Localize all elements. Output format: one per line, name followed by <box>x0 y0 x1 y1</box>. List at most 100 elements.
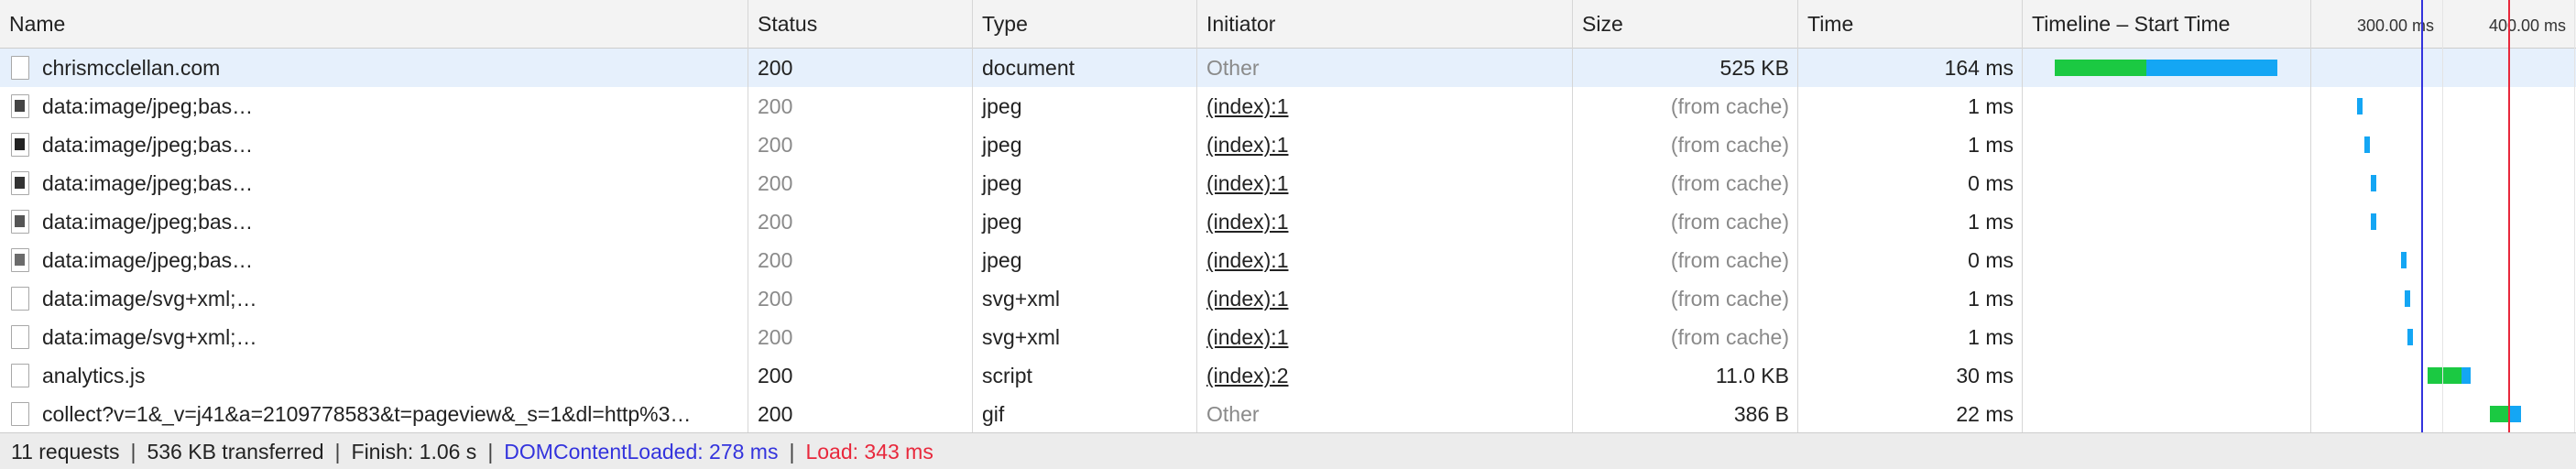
initiator-link[interactable]: (index):1 <box>1197 125 1573 164</box>
waterfall-download-segment <box>2371 175 2376 191</box>
request-name[interactable]: data:image/svg+xml;… <box>0 318 748 356</box>
waterfall-bar[interactable] <box>2364 136 2370 153</box>
column-header-timeline[interactable]: Timeline – Start Time <box>2023 0 2312 48</box>
initiator-link[interactable]: (index):1 <box>1197 279 1573 318</box>
column-divider[interactable] <box>972 0 973 432</box>
request-size: (from cache) <box>1670 94 1789 118</box>
waterfall-download-segment <box>2371 213 2376 230</box>
initiator-link[interactable]: (index):1 <box>1197 318 1573 356</box>
request-time: 30 ms <box>1956 364 2014 387</box>
domcontentloaded-time: DOMContentLoaded: 278 ms <box>504 440 779 464</box>
request-type: jpeg <box>982 133 1022 157</box>
column-divider[interactable] <box>1196 0 1197 432</box>
network-request-row[interactable]: data:image/jpeg;bas… 200 jpeg (index):1 (fro… <box>0 87 2576 125</box>
column-divider[interactable] <box>2022 0 2023 432</box>
waterfall-bar[interactable] <box>2490 406 2521 422</box>
network-panel: Name Status Type Initiator Size Time Tim… <box>0 0 2576 469</box>
request-time: 0 ms <box>1968 248 2014 272</box>
waterfall-bar[interactable] <box>2405 290 2410 307</box>
waterfall-download-segment <box>2405 290 2410 307</box>
summary-separator: | <box>487 440 494 464</box>
request-time: 0 ms <box>1968 171 2014 195</box>
load-time: Load: 343 ms <box>805 440 933 464</box>
network-request-row[interactable]: data:image/svg+xml;… 200 svg+xml (index):1 (… <box>0 318 2576 356</box>
request-name[interactable]: data:image/svg+xml;… <box>0 279 748 318</box>
request-type: svg+xml <box>982 287 1060 311</box>
request-status: 200 <box>758 402 793 426</box>
request-size: (from cache) <box>1670 171 1789 195</box>
load-event-marker <box>2508 0 2510 432</box>
column-header-status[interactable]: Status <box>748 0 973 48</box>
column-header-size[interactable]: Size <box>1573 0 1798 48</box>
waterfall-bar[interactable] <box>2428 367 2471 384</box>
column-header-name[interactable]: Name <box>0 0 748 48</box>
request-name[interactable]: chrismcclellan.com <box>0 49 748 87</box>
waterfall-bar[interactable] <box>2401 252 2407 268</box>
waterfall-download-segment <box>2357 98 2363 115</box>
waterfall-bar[interactable] <box>2357 98 2363 115</box>
request-time: 1 ms <box>1968 133 2014 157</box>
network-request-row[interactable]: data:image/jpeg;bas… 200 jpeg (index):1 (fro… <box>0 164 2576 202</box>
request-name[interactable]: data:image/jpeg;bas… <box>0 241 748 279</box>
request-name[interactable]: data:image/jpeg;bas… <box>0 87 748 125</box>
request-name[interactable]: data:image/jpeg;bas… <box>0 202 748 241</box>
waterfall-bar[interactable] <box>2371 175 2376 191</box>
initiator-link[interactable]: (index):1 <box>1197 241 1573 279</box>
waterfall-download-segment <box>2146 60 2277 76</box>
request-type: document <box>982 56 1075 80</box>
request-type: jpeg <box>982 94 1022 118</box>
summary-separator: | <box>130 440 136 464</box>
request-type: jpeg <box>982 171 1022 195</box>
request-type: svg+xml <box>982 325 1060 349</box>
waterfall-waiting-segment <box>2055 60 2146 76</box>
request-size: (from cache) <box>1670 287 1789 311</box>
network-request-row[interactable]: chrismcclellan.com 200 document Other 525 KB… <box>0 49 2576 87</box>
request-initiator: Other <box>1206 56 1260 80</box>
initiator-link[interactable]: (index):1 <box>1197 164 1573 202</box>
network-table-header: Name Status Type Initiator Size Time Tim… <box>0 0 2576 49</box>
initiator-link[interactable]: (index):1 <box>1197 202 1573 241</box>
column-divider[interactable] <box>1797 0 1798 432</box>
request-time: 164 ms <box>1944 56 2014 80</box>
waterfall-bar[interactable] <box>2371 213 2376 230</box>
request-size: (from cache) <box>1670 248 1789 272</box>
column-header-time[interactable]: Time <box>1798 0 2023 48</box>
waterfall-download-segment <box>2364 136 2370 153</box>
column-divider[interactable] <box>2310 0 2311 432</box>
request-name[interactable]: analytics.js <box>0 356 748 395</box>
request-time: 22 ms <box>1956 402 2014 426</box>
network-summary-bar: 11 requests | 536 KB transferred | Finish: 1… <box>0 432 2576 469</box>
timeline-gridline-300ms <box>2442 0 2443 432</box>
waterfall-bar[interactable] <box>2407 329 2413 345</box>
network-request-row[interactable]: analytics.js 200 script (index):2 11.0 KB 30 … <box>0 356 2576 395</box>
network-request-row[interactable]: data:image/jpeg;bas… 200 jpeg (index):1 (fro… <box>0 125 2576 164</box>
transferred-size: 536 KB transferred <box>147 440 324 464</box>
request-count: 11 requests <box>11 440 120 464</box>
request-name[interactable]: data:image/jpeg;bas… <box>0 125 748 164</box>
waterfall-download-segment <box>2401 252 2407 268</box>
request-name[interactable]: collect?v=1&_v=j41&a=2109778583&t=pagevi… <box>0 395 748 433</box>
request-time: 1 ms <box>1968 210 2014 234</box>
request-status: 200 <box>758 325 793 349</box>
request-size: 386 B <box>1733 402 1789 426</box>
request-time: 1 ms <box>1968 94 2014 118</box>
request-name[interactable]: data:image/jpeg;bas… <box>0 164 748 202</box>
request-status: 200 <box>758 364 793 387</box>
initiator-link[interactable]: (index):2 <box>1197 356 1573 395</box>
summary-separator: | <box>334 440 341 464</box>
network-request-row[interactable]: data:image/svg+xml;… 200 svg+xml (index):1 (… <box>0 279 2576 318</box>
request-time: 1 ms <box>1968 287 2014 311</box>
waterfall-waiting-segment <box>2428 367 2461 384</box>
network-request-row[interactable]: collect?v=1&_v=j41&a=2109778583&t=pagevi… <box>0 395 2576 433</box>
network-request-row[interactable]: data:image/jpeg;bas… 200 jpeg (index):1 (fro… <box>0 202 2576 241</box>
network-request-row[interactable]: data:image/jpeg;bas… 200 jpeg (index):1 (fro… <box>0 241 2576 279</box>
column-divider[interactable] <box>1572 0 1573 432</box>
initiator-link[interactable]: (index):1 <box>1197 87 1573 125</box>
column-header-type[interactable]: Type <box>973 0 1197 48</box>
request-type: jpeg <box>982 210 1022 234</box>
request-status: 200 <box>758 171 793 195</box>
column-header-initiator[interactable]: Initiator <box>1197 0 1573 48</box>
waterfall-bar[interactable] <box>2055 60 2277 76</box>
request-type: script <box>982 364 1032 387</box>
request-initiator: Other <box>1206 402 1260 426</box>
